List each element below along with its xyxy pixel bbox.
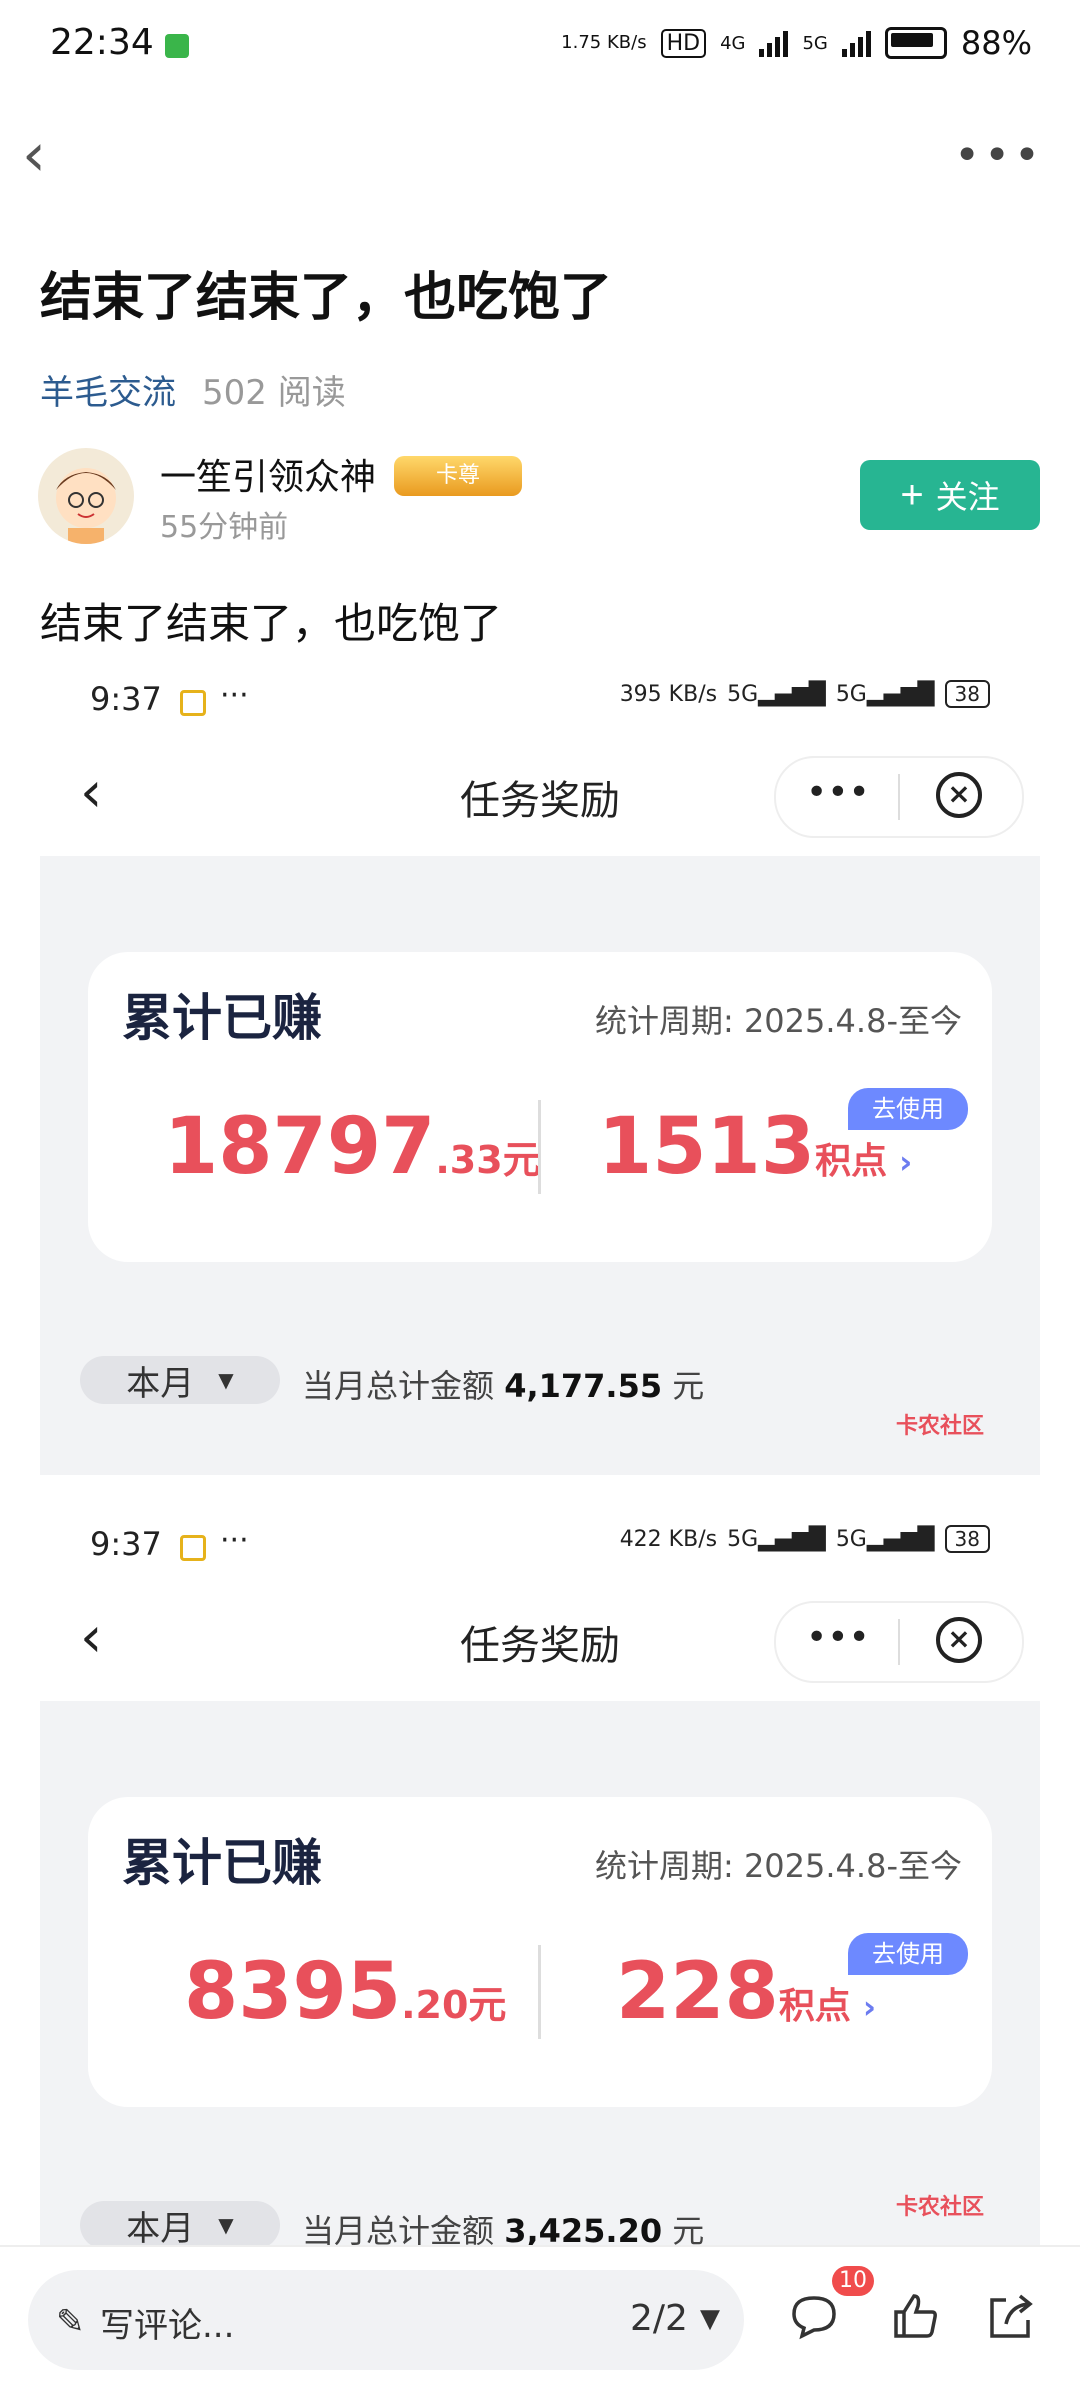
like-icon[interactable]: [890, 2290, 942, 2354]
shot-capsule: ••• ×: [774, 756, 1024, 838]
shot-content-bg: 累计已赚 统计周期: 2025.4.8-至今 8395.20元 去使用 228积…: [40, 1701, 1040, 2245]
pen-icon: ✎: [56, 2302, 85, 2342]
month-total: 当月总计金额 4,177.55 元: [302, 1367, 705, 1405]
comment-placeholder[interactable]: 写评论...: [100, 2298, 234, 2347]
earnings-card: 累计已赚 统计周期: 2025.4.8-至今 18797.33元 去使用 151…: [88, 952, 992, 1262]
capsule-dots-icon: •••: [806, 772, 870, 813]
shot-status-right: 422 KB/s 5G▂▄▆█ 5G▂▄▆█ 38: [620, 1525, 990, 1553]
author-name[interactable]: 一笙引领众神: [160, 448, 376, 500]
capsule-close-icon: ×: [936, 1617, 982, 1663]
shot-signal-icon: 5G▂▄▆█: [727, 681, 826, 707]
points-amount: 228积点 ›: [616, 1947, 877, 2037]
caret-down-icon[interactable]: ▼: [700, 2304, 720, 2334]
dots-icon: ···: [220, 1523, 249, 1558]
embedded-image-1[interactable]: 9:37 ··· 395 KB/s 5G▂▄▆█ 5G▂▄▆█ 38 ‹ 任务奖…: [40, 660, 1040, 1475]
shot-signal-icon-2: 5G▂▄▆█: [835, 681, 935, 707]
app-icon: [180, 690, 206, 716]
stat-period: 统计周期: 2025.4.8-至今: [594, 1847, 962, 1885]
caret-down-icon: ▼: [218, 2213, 234, 2237]
watermark: 卡农社区: [896, 1414, 985, 1439]
hd-icon: HD: [660, 28, 707, 58]
app-notification-icon: [165, 34, 189, 58]
card-title: 累计已赚: [122, 978, 342, 1058]
shot-time: 9:37: [90, 1525, 162, 1563]
net1-label: 4G: [720, 32, 746, 54]
points-amount: 1513积点 ›: [598, 1102, 913, 1192]
shot-status-right: 395 KB/s 5G▂▄▆█ 5G▂▄▆█ 38: [620, 680, 990, 708]
status-time: 22:34: [50, 22, 154, 63]
card-title: 累计已赚: [122, 1823, 342, 1903]
shot-time: 9:37: [90, 680, 162, 718]
shot-capsule: ••• ×: [774, 1601, 1024, 1683]
post-title: 结束了结束了，也吃饱了: [40, 268, 613, 328]
follow-label: 关注: [935, 479, 1000, 515]
signal-icon-2: [841, 29, 871, 57]
shot-content-bg: 累计已赚 统计周期: 2025.4.8-至今 18797.33元 去使用 151…: [40, 856, 1040, 1475]
capsule-dots-icon: •••: [806, 1617, 870, 1658]
comment-count-badge: 10: [832, 2266, 874, 2296]
shot-battery: 38: [944, 680, 990, 708]
total-amount: 8395.20元: [184, 1947, 507, 2037]
shot-speed: 422 KB/s: [619, 1526, 718, 1552]
battery-icon: [884, 27, 947, 59]
stat-period: 统计周期: 2025.4.8-至今: [594, 1002, 962, 1040]
capsule-close-icon: ×: [936, 772, 982, 818]
shot-signal-icon-2: 5G▂▄▆█: [835, 1526, 935, 1552]
comment-icon[interactable]: [788, 2290, 840, 2354]
embedded-image-2[interactable]: 9:37 ··· 422 KB/s 5G▂▄▆█ 5G▂▄▆█ 38 ‹ 任务奖…: [40, 1505, 1040, 2245]
earnings-card: 累计已赚 统计周期: 2025.4.8-至今 8395.20元 去使用 228积…: [88, 1797, 992, 2107]
back-icon[interactable]: ‹: [22, 125, 82, 185]
shot-speed: 395 KB/s: [619, 681, 718, 707]
total-amount: 18797.33元: [164, 1102, 541, 1192]
app-icon: [180, 1535, 206, 1561]
caret-down-icon: ▼: [218, 1368, 234, 1392]
month-total: 当月总计金额 3,425.20 元: [302, 2212, 705, 2245]
read-count: 502 阅读: [202, 373, 346, 413]
more-icon[interactable]: •••: [954, 130, 1044, 181]
net-speed: 1.75 KB/s: [561, 32, 647, 53]
post-body: 结束了结束了，也吃饱了: [40, 599, 503, 648]
plus-icon: +: [900, 473, 924, 517]
post-time: 55分钟前: [160, 510, 289, 545]
dots-icon: ···: [220, 678, 249, 713]
signal-icon: [759, 29, 789, 57]
month-selector: 本月 ▼: [80, 1356, 280, 1404]
watermark: 卡农社区: [896, 2195, 985, 2220]
shot-signal-icon: 5G▂▄▆█: [727, 1526, 826, 1552]
shot-battery: 38: [944, 1525, 990, 1553]
image-pager[interactable]: 2/2: [630, 2298, 688, 2339]
battery-level: 88%: [960, 24, 1032, 62]
vip-badge: 卡尊: [394, 456, 522, 496]
avatar[interactable]: [38, 448, 134, 544]
status-right: 1.75 KB/s HD 4G 5G 88%: [561, 24, 1032, 62]
category-link[interactable]: 羊毛交流: [40, 365, 176, 414]
follow-button[interactable]: + 关注: [860, 460, 1040, 530]
share-icon[interactable]: [984, 2290, 1036, 2354]
net2-label: 5G: [802, 32, 828, 54]
month-selector: 本月 ▼: [80, 2201, 280, 2245]
